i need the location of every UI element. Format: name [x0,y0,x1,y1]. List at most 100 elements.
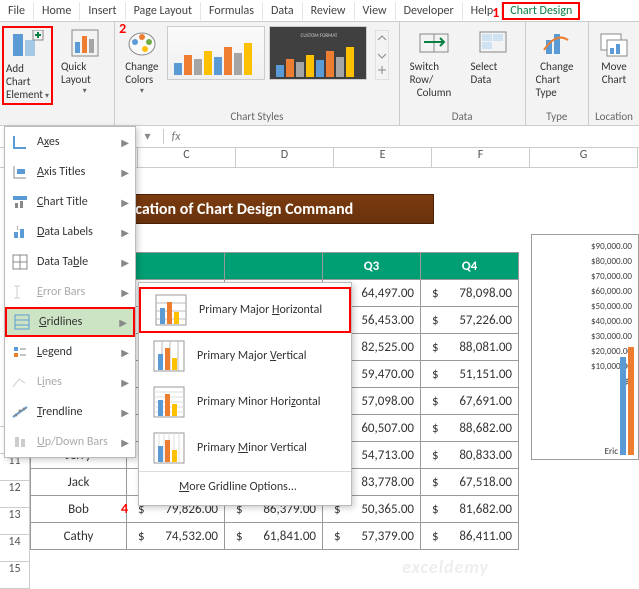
change-chart-type-button[interactable]: Change Chart Type [532,26,582,101]
tab-insert[interactable]: Insert [80,2,125,20]
table-row: Cathy74,532.0061,841.0057,379.0086,411.0… [31,523,519,550]
callout-1: 1 [492,4,499,21]
updown-bars-icon [11,433,29,451]
grid-major-v-icon [153,340,185,372]
add-chart-element-icon [11,30,45,60]
chart-bars [620,347,634,455]
menu-gridlines[interactable]: Gridlines▶ 3 [5,307,135,337]
tab-chart-design-label: Chart Design [510,4,572,18]
trendline-icon [11,403,29,421]
col-e[interactable]: E [334,148,432,168]
name-box-dropdown[interactable]: ▾ [132,129,164,144]
gridlines-submenu: Primary Major Horizontal 4 Primary Major… [138,282,352,506]
change-colors-label: Change Colors [125,60,158,86]
axes-icon [11,133,29,151]
gridlines-icon [13,313,31,331]
col-g[interactable]: G [530,148,638,168]
chart-styles-more-button[interactable] [371,26,393,86]
tab-page-layout[interactable]: Page Layout [126,2,201,20]
move-chart-label-2: Chart [602,73,626,86]
move-chart-button[interactable]: Move Chart [595,26,633,88]
chart-styles-gallery[interactable]: CUSTOM FORMAT [167,26,367,80]
tab-chart-design[interactable]: Chart Design 1 [502,2,580,20]
row-header[interactable]: 11 [0,454,30,481]
quick-layout-button[interactable]: Quick Layout ▾ [57,26,112,98]
location-group-label: Location [595,110,633,125]
grid-major-h-icon [155,294,187,326]
move-chart-icon [599,28,629,58]
header-q3: Q3 [323,253,421,280]
select-data-label: Select Data [470,60,514,86]
y-tick: $30,000.00 [534,331,636,346]
row-header[interactable]: 13 [0,508,30,535]
fx-label: fx [164,130,188,144]
tab-view[interactable]: View [355,2,396,20]
y-tick: $90,000.00 [534,241,636,256]
tab-file[interactable]: File [0,2,34,20]
submenu-primary-minor-vertical[interactable]: Primary Minor Vertical [139,425,351,471]
type-group-label: Type [546,110,567,125]
y-tick: $50,000.00 [534,301,636,316]
tab-home[interactable]: Home [34,2,80,20]
grid-minor-h-icon [153,386,185,418]
submenu-primary-major-vertical[interactable]: Primary Major Vertical [139,333,351,379]
switch-row-column-button[interactable]: Switch Row/ Column [406,26,463,101]
change-chart-type-icon [542,28,572,58]
axis-titles-icon [11,163,29,181]
y-tick: $80,000.00 [534,256,636,271]
menu-legend[interactable]: Legend▶ [5,337,135,367]
tab-formulas[interactable]: Formulas [201,2,263,20]
select-data-button[interactable]: Select Data [466,26,518,101]
svg-text:1: 1 [16,224,19,232]
y-tick: $40,000.00 [534,316,636,331]
add-chart-label-2: Element [6,88,49,101]
change-colors-button[interactable]: Change Colors ▾ [121,26,162,98]
tab-developer[interactable]: Developer [396,2,463,20]
chart-style-thumb-1[interactable] [167,26,265,80]
menu-axis-titles[interactable]: Axis Titles▶ [5,157,135,187]
change-ct-label-1: Change [540,60,573,73]
col-f[interactable]: F [432,148,530,168]
menu-trendline[interactable]: Trendline▶ [5,397,135,427]
row-header[interactable]: 15 [0,562,30,589]
tab-review[interactable]: Review [303,2,355,20]
menu-data-labels[interactable]: 1Data Labels▶ [5,217,135,247]
x-tick: Eric [605,446,618,457]
menu-updown-bars: Up/Down Bars▶ [5,427,135,457]
quick-layout-icon [70,28,100,58]
submenu-primary-major-horizontal[interactable]: Primary Major Horizontal 4 [139,287,351,333]
y-tick: $60,000.00 [534,286,636,301]
lines-icon [11,373,29,391]
move-chart-label-1: Move [601,60,627,73]
ribbon: Add Chart Element 2 Quick Layout ▾ Chang… [0,22,639,126]
submenu-primary-minor-horizontal[interactable]: Primary Minor Horizontal [139,379,351,425]
header-q4: Q4 [421,253,519,280]
palette-icon [127,28,157,58]
legend-icon [11,343,29,361]
switch-row-label-2: Column [417,86,452,99]
menu-data-table[interactable]: Data Table▶ [5,247,135,277]
embedded-chart[interactable]: $90,000.00 $80,000.00 $70,000.00 $60,000… [531,234,639,460]
callout-4: 4 [121,500,128,517]
data-labels-icon: 1 [11,223,29,241]
switch-row-label-1: Switch Row/ [410,60,459,86]
grid-minor-v-icon [153,432,185,464]
gallery-scroll-icon [375,30,389,80]
add-chart-label-1: Add Chart [6,62,49,88]
row-header[interactable]: 14 [0,535,30,562]
data-group-label: Data [452,110,473,125]
menu-axes[interactable]: Axes▶ [5,127,135,157]
tab-data[interactable]: Data [263,2,303,20]
y-tick: $70,000.00 [534,271,636,286]
row-header[interactable]: 12 [0,481,30,508]
submenu-more-gridline-options[interactable]: More Gridline Options... [139,471,351,501]
col-c[interactable]: C [138,148,236,168]
watermark: exceldemy [402,556,489,578]
menu-chart-title[interactable]: Chart Title▶ [5,187,135,217]
col-d[interactable]: D [236,148,334,168]
select-data-icon [478,28,508,58]
svg-text:CUSTOM FORMAT: CUSTOM FORMAT [300,33,337,39]
menubar: File Home Insert Page Layout Formulas Da… [0,0,639,22]
add-chart-element-button[interactable]: Add Chart Element 2 [2,26,53,105]
chart-style-thumb-2[interactable]: CUSTOM FORMAT [269,26,367,80]
